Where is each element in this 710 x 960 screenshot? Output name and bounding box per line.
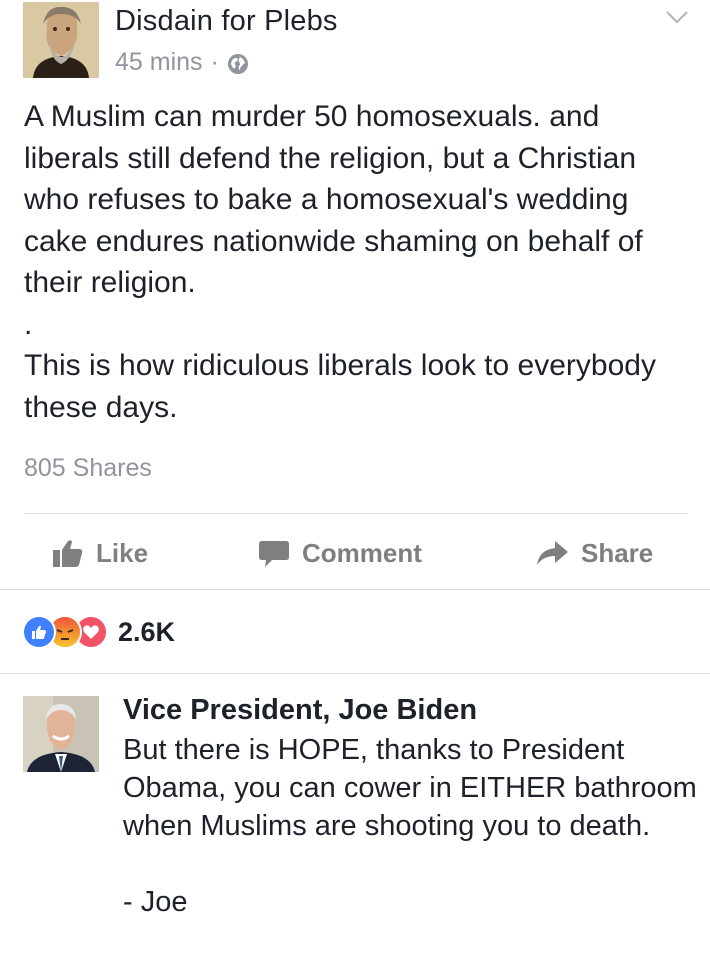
- meta-separator: ·: [210, 48, 219, 76]
- comment-label: Comment: [302, 537, 422, 568]
- post-meta: 45 mins ·: [115, 48, 249, 77]
- commenter-avatar[interactable]: [23, 696, 99, 772]
- globe-icon: [227, 53, 249, 75]
- comment-button[interactable]: Comment: [258, 533, 422, 573]
- reactions-summary[interactable]: 2.6K: [22, 615, 175, 649]
- like-label: Like: [96, 537, 149, 568]
- post-text: A Muslim can murder 50 homosexuals. and …: [24, 100, 656, 424]
- shares-count[interactable]: 805 Shares: [24, 454, 152, 483]
- share-button[interactable]: Share: [535, 533, 653, 573]
- comment-icon: [259, 541, 289, 567]
- page-avatar[interactable]: [23, 2, 99, 78]
- chevron-down-icon[interactable]: [664, 8, 690, 26]
- thumbs-up-icon: [53, 540, 83, 567]
- commenter-name[interactable]: Vice President, Joe Biden: [123, 694, 477, 727]
- like-button[interactable]: Like: [52, 533, 148, 573]
- divider: [0, 589, 710, 590]
- comment-text: But there is HOPE, thanks to President O…: [123, 734, 697, 918]
- divider: [24, 513, 688, 514]
- share-arrow-icon: [537, 541, 568, 565]
- divider: [0, 673, 710, 674]
- post-time[interactable]: 45 mins: [115, 48, 203, 77]
- share-label: Share: [581, 537, 654, 568]
- like-reaction-icon: [22, 615, 56, 649]
- reaction-count: 2.6K: [118, 616, 176, 647]
- page-name[interactable]: Disdain for Plebs: [115, 5, 338, 38]
